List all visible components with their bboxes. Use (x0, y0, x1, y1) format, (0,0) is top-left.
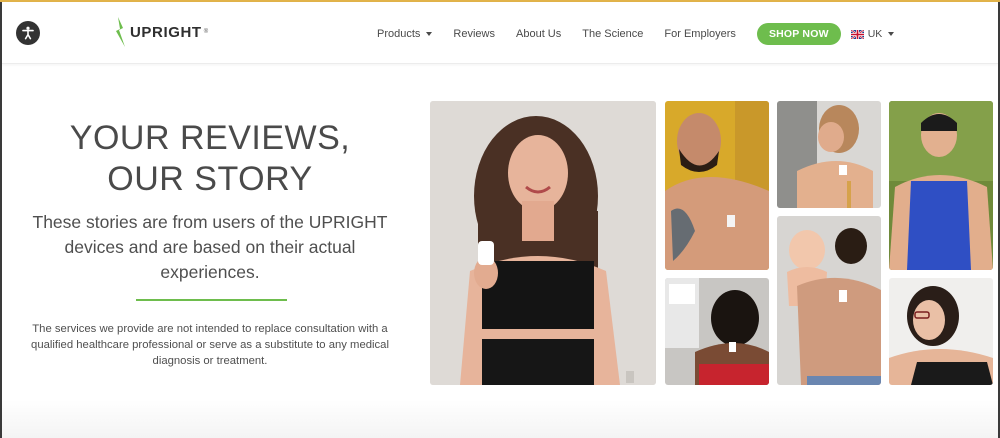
bottom-section-edge (2, 400, 998, 438)
woman-desk-device-photo (665, 278, 769, 385)
accessibility-icon[interactable] (16, 21, 40, 45)
upright-logo[interactable]: UPRIGHT ® (114, 17, 208, 47)
language-label: UK (867, 28, 883, 40)
woman-glasses-device-photo (889, 278, 993, 385)
uk-flag-icon (850, 29, 864, 39)
medical-disclaimer: The services we provide are not intended… (31, 323, 389, 367)
nav-products[interactable]: Products (377, 28, 433, 40)
hero-text-section: YOUR REVIEWS, OUR STORY These stories ar… (0, 64, 420, 438)
shop-now-button[interactable]: SHOP NOW (756, 23, 841, 45)
main-nav: Products Reviews About Us The Science Fo… (377, 22, 895, 46)
nav-reviews[interactable]: Reviews (453, 28, 495, 40)
nav-products-label: Products (377, 28, 421, 40)
chevron-down-icon (888, 32, 895, 36)
logo-text: UPRIGHT (130, 23, 202, 41)
frame-left-edge (0, 2, 2, 438)
nav-about-us[interactable]: About Us (516, 28, 561, 40)
chevron-down-icon (426, 32, 433, 36)
hero-subtitle: These stories are from users of the UPRI… (32, 212, 388, 282)
man-blue-tank-photo (889, 101, 993, 270)
logo-registered: ® (203, 29, 209, 35)
bearded-man-device-photo (665, 101, 769, 270)
woman-holding-device-photo (430, 101, 656, 385)
language-selector[interactable]: UK (850, 28, 895, 40)
man-with-baby-photo (777, 216, 881, 385)
green-divider (136, 299, 287, 301)
nav-for-employers[interactable]: For Employers (664, 28, 736, 40)
bolt-icon (116, 17, 125, 47)
nav-the-science[interactable]: The Science (582, 28, 643, 40)
hero-title: YOUR REVIEWS, OUR STORY (0, 118, 420, 200)
hero-title-line-1: YOUR REVIEWS, (69, 119, 351, 157)
woman-back-device-photo (777, 101, 881, 208)
hero-title-line-2: OUR STORY (107, 160, 313, 198)
site-header: UPRIGHT ® Products Reviews About Us The S… (2, 2, 998, 64)
